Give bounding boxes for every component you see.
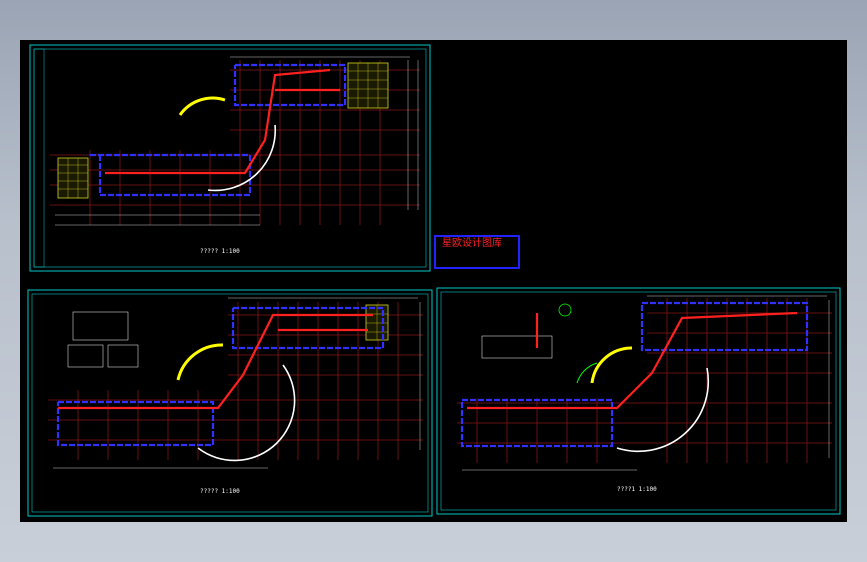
floor-plan-bottom-right-graphic: ????1 1:100 <box>436 287 841 515</box>
stamp-title: 星欧设计图库 <box>442 238 502 249</box>
floor-plan-sheet-bottom-left: ????? 1:100 <box>27 289 433 517</box>
sheet-bottom-left-caption: ????? 1:100 <box>200 488 240 495</box>
sheet-bottom-right-caption: ????1 1:100 <box>617 486 657 493</box>
floor-plan-bottom-left-graphic: ????? 1:100 <box>27 289 433 517</box>
floor-plan-top-graphic: ????? 1:100 <box>29 44 431 272</box>
title-stamp: 星欧设计图库 <box>434 235 520 269</box>
floor-plan-sheet-top: ????? 1:100 <box>29 44 431 272</box>
floor-plan-sheet-bottom-right: ????1 1:100 <box>436 287 841 515</box>
sheet-top-caption: ????? 1:100 <box>200 248 240 255</box>
